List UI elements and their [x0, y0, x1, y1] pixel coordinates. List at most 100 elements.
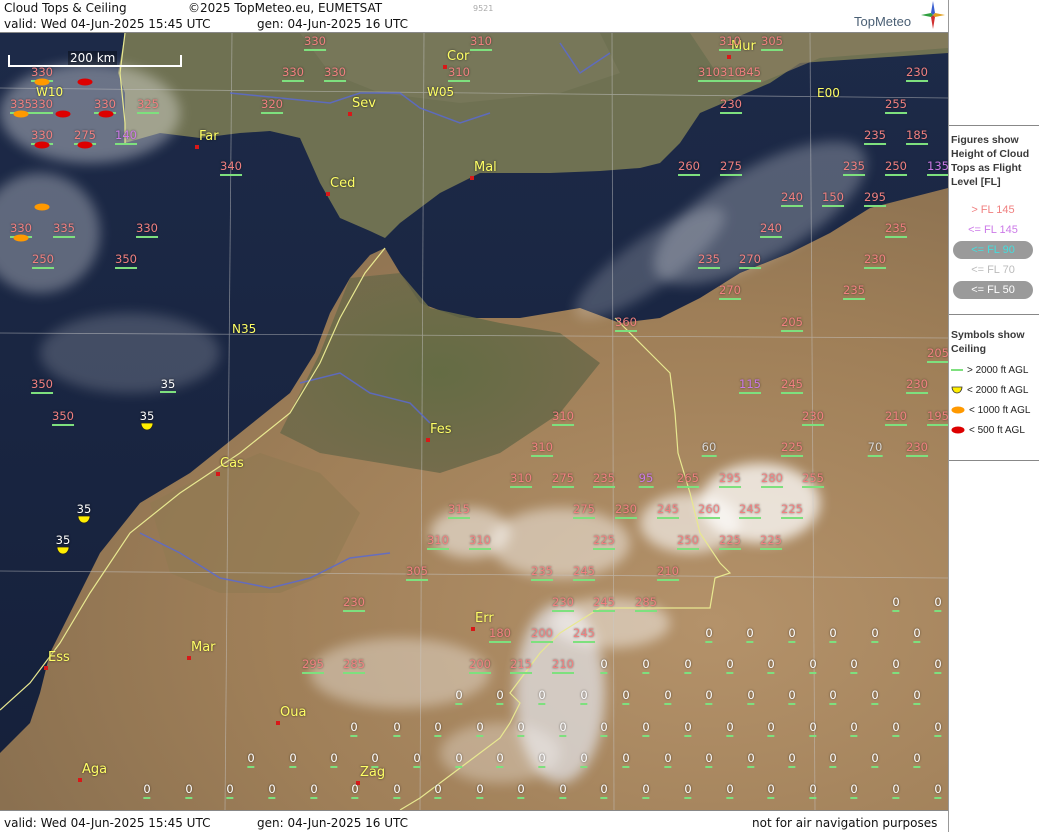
legend-separator — [949, 125, 1039, 126]
city-label: Far — [199, 129, 219, 144]
cloud-top-label: 200 — [469, 658, 491, 674]
cloud-top-label: 260 — [698, 503, 720, 519]
satellite-map[interactable]: 200 km W10 W05 E00 N35 Cor Mur Sev Far Ced Ma… — [0, 33, 948, 810]
cloud-top-label: 270 — [719, 284, 741, 300]
cloud-top-label: 350 — [52, 410, 74, 426]
zero-ceiling-label: 0 — [538, 752, 546, 768]
zero-ceiling-label: 0 — [788, 752, 796, 768]
cloud-top-label: 205 — [927, 347, 948, 363]
cloud-top-label: 230 — [802, 410, 824, 426]
cloud-top-label: 225 — [719, 534, 741, 550]
zero-ceiling-label: 0 — [371, 752, 379, 768]
ceiling-symbol-yellow — [77, 515, 91, 524]
zero-ceiling-label: 0 — [289, 752, 297, 768]
zero-ceiling-label: 0 — [664, 752, 672, 768]
city-marker — [78, 778, 82, 782]
city-label: Cas — [220, 456, 244, 471]
legend-level-item: <= FL 145 — [968, 224, 1018, 236]
city-marker — [470, 176, 474, 180]
cloud-top-label: 150 — [822, 191, 844, 207]
image-id: 9521 — [473, 4, 494, 13]
zero-ceiling-label: 0 — [829, 689, 837, 705]
zero-ceiling-label: 0 — [517, 721, 525, 737]
zero-ceiling-label: 0 — [934, 658, 942, 674]
cloud-top-label: 270 — [739, 253, 761, 269]
cloud-top-label: 225 — [593, 534, 615, 550]
cloud-top-label: 330 — [136, 222, 158, 238]
cloud-top-label: 350 — [31, 378, 53, 394]
zero-ceiling-label: 0 — [580, 689, 588, 705]
grid-label-n35: N35 — [232, 322, 257, 336]
city-label: Mal — [474, 160, 497, 175]
cloud-top-label: 265 — [677, 472, 699, 488]
zero-ceiling-label: 0 — [600, 658, 608, 674]
zero-ceiling-label: 0 — [226, 783, 234, 799]
zero-ceiling-label: 0 — [767, 783, 775, 799]
city-marker — [44, 666, 48, 670]
cloud-top-label: 360 — [615, 316, 637, 332]
city-label: Aga — [82, 762, 108, 777]
zero-ceiling-label: 0 — [871, 627, 879, 643]
city-marker — [276, 721, 280, 725]
cloud-top-label: 285 — [343, 658, 365, 674]
zero-ceiling-label: 0 — [664, 689, 672, 705]
zero-ceiling-label: 0 — [934, 783, 942, 799]
compass-star-icon — [920, 0, 946, 34]
ceiling-symbol-red — [77, 78, 93, 86]
zero-ceiling-label: 0 — [829, 752, 837, 768]
zero-ceiling-label: 0 — [767, 721, 775, 737]
zero-ceiling-label: 0 — [726, 658, 734, 674]
cloud-top-label: 310 — [719, 35, 741, 51]
ceiling-symbol-yellow — [56, 546, 70, 555]
legend-level-item: <= FL 90 — [953, 241, 1033, 259]
cloud-top-label: 235 — [698, 253, 720, 269]
zero-ceiling-label: 0 — [559, 783, 567, 799]
zero-ceiling-label: 0 — [705, 689, 713, 705]
cloud-top-label: 215 — [510, 658, 532, 674]
cloud-top-label: 350 — [115, 253, 137, 269]
cloud-top-label: 230 — [906, 378, 928, 394]
footer-valid-time: valid: Wed 04-Jun-2025 15:45 UTC — [4, 816, 211, 830]
cloud-top-label: 280 — [761, 472, 783, 488]
city-label: Cor — [447, 49, 470, 64]
valid-time: valid: Wed 04-Jun-2025 15:45 UTC — [4, 17, 211, 31]
cloud-top-label: 230 — [343, 596, 365, 612]
zero-ceiling-label: 0 — [684, 783, 692, 799]
zero-ceiling-label: 0 — [913, 689, 921, 705]
copyright-text: ©2025 TopMeteo.eu, EUMETSAT — [188, 1, 383, 15]
zero-ceiling-label: 0 — [580, 752, 588, 768]
zero-ceiling-label: 0 — [892, 783, 900, 799]
cloud-top-label: 310 — [427, 534, 449, 550]
zero-ceiling-label: 0 — [684, 721, 692, 737]
cloud-top-label: 60 — [701, 441, 717, 457]
city-label: Mar — [191, 640, 216, 655]
cloud-top-label: 330 — [304, 35, 326, 51]
ceiling-symbol-orange — [13, 110, 29, 118]
cloud-top-label: 320 — [261, 98, 283, 114]
cloud-top-label: 230 — [720, 98, 742, 114]
ceiling-value-label: 35 — [160, 377, 176, 391]
zero-ceiling-label: 0 — [476, 783, 484, 799]
legend-level-item: > FL 145 — [971, 204, 1015, 216]
zero-ceiling-label: 0 — [600, 783, 608, 799]
legend-separator — [949, 460, 1039, 461]
zero-ceiling-label: 0 — [247, 752, 255, 768]
zero-ceiling-label: 0 — [600, 721, 608, 737]
zero-ceiling-label: 0 — [143, 783, 151, 799]
zero-ceiling-label: 0 — [871, 752, 879, 768]
cloud-top-label: 235 — [843, 160, 865, 176]
cloud-top-label: 195 — [927, 410, 948, 426]
zero-ceiling-label: 0 — [788, 627, 796, 643]
cloud-top-label: 70 — [867, 441, 883, 457]
legend-ceiling-title: Symbols show Ceiling — [951, 329, 1025, 355]
generated-time: gen: 04-Jun-2025 16 UTC — [257, 17, 409, 31]
legend-level-item: <= FL 50 — [953, 281, 1033, 299]
zero-ceiling-label: 0 — [850, 658, 858, 674]
cloud-top-label: 235 — [531, 565, 553, 581]
cloud-top-label: 295 — [719, 472, 741, 488]
cloud-top-label: 250 — [885, 160, 907, 176]
zero-ceiling-label: 0 — [747, 689, 755, 705]
scale-bar-label: 200 km — [68, 51, 118, 65]
cloud-top-label: 325 — [137, 98, 159, 114]
cloud-top-label: 235 — [593, 472, 615, 488]
